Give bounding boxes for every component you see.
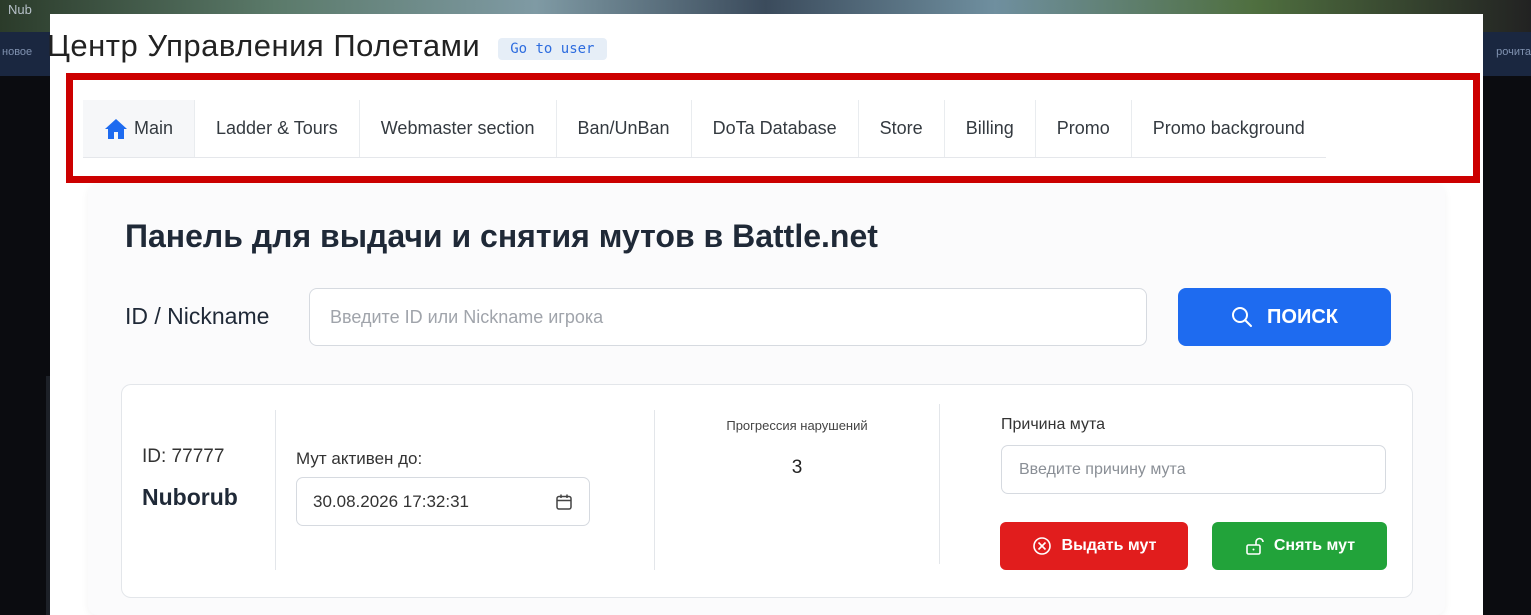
x-circle-icon [1032,537,1051,555]
page-title: Центр Управления Полетами [47,28,481,63]
mute-reason-label: Причина мута [1001,416,1106,433]
header: Центр Управления Полетами Go to user [47,28,607,64]
go-to-user-button[interactable]: Go to user [498,38,607,60]
user-nickname: Nuborub [142,484,238,510]
divider [654,410,655,570]
unlock-icon [1246,537,1264,555]
search-icon [1232,307,1253,327]
issue-mute-button[interactable]: Выдать мут [1000,522,1188,570]
mute-reason-input[interactable] [1001,445,1386,494]
left-sidebar [0,76,50,615]
remove-mute-label: Снять мут [1273,537,1356,554]
stripe-right-text: рочита [1496,46,1531,58]
mute-until-value: 30.08.2026 17:32:31 [313,491,469,511]
mute-until-label: Мут активен до: [296,449,423,468]
search-button[interactable]: ПОИСК [1178,288,1391,346]
progression-value: 3 [791,457,803,478]
search-label: ID / Nickname [125,303,270,329]
user-id: ID: 77777 [142,446,225,467]
remove-mute-button[interactable]: Снять мут [1212,522,1387,570]
divider [275,410,276,570]
search-input[interactable] [309,288,1147,346]
issue-mute-label: Выдать мут [1061,537,1157,554]
calendar-icon[interactable] [555,493,573,511]
progression-label: Прогрессия нарушений [726,418,868,433]
banner-text: Nub [8,2,32,17]
search-button-label: ПОИСК [1267,305,1338,328]
panel-title: Панель для выдачи и снятия мутов в Battl… [125,218,878,254]
mute-until-date-field[interactable]: 30.08.2026 17:32:31 [296,477,590,526]
stripe-left-text: новое [2,46,33,58]
right-sidebar [1483,76,1531,615]
nav-highlight-box [66,73,1480,183]
